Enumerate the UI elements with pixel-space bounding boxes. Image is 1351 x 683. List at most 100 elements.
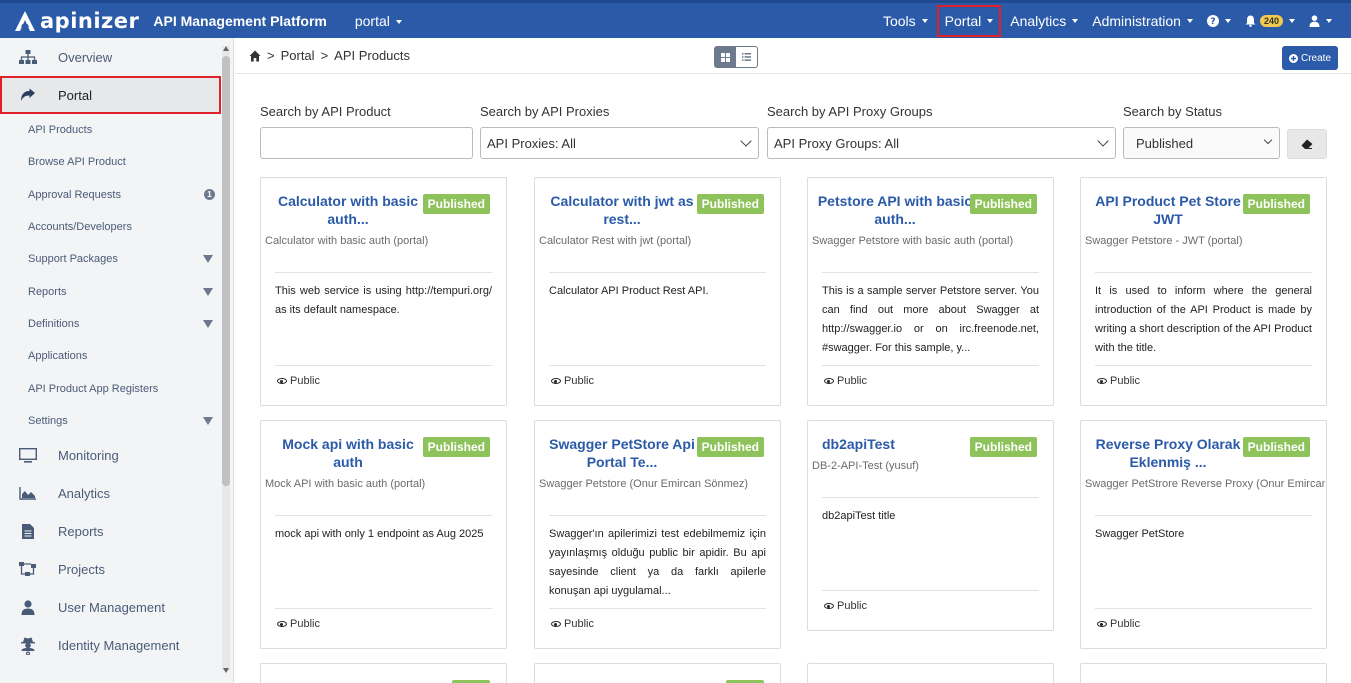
- nav-portal[interactable]: Portal: [936, 4, 1002, 37]
- card-title[interactable]: Petstore API with basic auth...: [816, 192, 974, 228]
- list-view-button[interactable]: [736, 46, 758, 68]
- product-card-partial[interactable]: [260, 663, 507, 683]
- document-icon: [18, 524, 38, 540]
- nav-analytics[interactable]: Analytics: [1003, 3, 1085, 38]
- card-visibility: Public: [277, 618, 320, 630]
- nav-administration-label: Administration: [1092, 12, 1181, 29]
- card-title[interactable]: db2apiTest: [822, 435, 980, 453]
- card-title[interactable]: Calculator with jwt as rest...: [543, 192, 701, 228]
- card-title[interactable]: Reverse Proxy Olarak Eklenmiş ...: [1089, 435, 1247, 471]
- card-subtitle: Swagger Petstore (Onur Emircan Sönmez): [539, 478, 749, 490]
- chevron-down-icon: [1097, 135, 1109, 147]
- status-select[interactable]: Published: [1123, 127, 1280, 159]
- visibility-label: Public: [1110, 375, 1140, 387]
- sidebar-sub-settings[interactable]: Settings: [0, 405, 233, 437]
- card-title[interactable]: Swagger PetStore Api Portal Te...: [543, 435, 701, 471]
- sidebar-item-monitoring[interactable]: Monitoring: [0, 437, 233, 475]
- product-card[interactable]: Mock api with basic auth Published Mock …: [260, 420, 507, 649]
- sidebar-scroll-thumb[interactable]: [222, 56, 230, 486]
- sidebar-sub-definitions[interactable]: Definitions: [0, 308, 233, 340]
- sidebar-sub-support-packages[interactable]: Support Packages: [0, 243, 233, 275]
- product-card[interactable]: Swagger PetStore Api Portal Te... Publis…: [534, 420, 781, 649]
- visibility-label: Public: [290, 375, 320, 387]
- sidebar-item-analytics[interactable]: Analytics: [0, 475, 233, 513]
- scroll-down-icon[interactable]: [223, 668, 229, 673]
- proxy-groups-select[interactable]: API Proxy Groups: All: [767, 127, 1116, 159]
- sidebar-item-projects[interactable]: Projects: [0, 551, 233, 589]
- status-badge: Published: [696, 194, 764, 214]
- product-card[interactable]: db2apiTest Published DB-2-API-Test (yusu…: [807, 420, 1054, 631]
- scroll-up-icon[interactable]: [223, 46, 229, 51]
- grid-view-button[interactable]: [714, 46, 736, 68]
- sidebar-sub-api-product-app-registers[interactable]: API Product App Registers: [0, 372, 233, 404]
- clear-filters-button[interactable]: [1287, 129, 1327, 159]
- triangle-down-icon: [203, 416, 213, 425]
- product-card[interactable]: API Product Pet Store JWT Published Swag…: [1080, 177, 1327, 406]
- card-subtitle: DB-2-API-Test (yusuf): [812, 460, 919, 472]
- sidebar-item-reports[interactable]: Reports: [0, 513, 233, 551]
- product-card[interactable]: Calculator with basic auth... Published …: [260, 177, 507, 406]
- product-search-input[interactable]: [260, 127, 473, 159]
- monitor-icon: [18, 448, 38, 464]
- sidebar-item-label: Portal: [58, 87, 92, 103]
- visibility-label: Public: [564, 375, 594, 387]
- sidebar-sub-label: API Product App Registers: [28, 382, 159, 395]
- caret-down-icon: [1326, 18, 1332, 23]
- sidebar-sub-api-products[interactable]: API Products: [0, 114, 233, 146]
- card-divider: [1095, 272, 1312, 273]
- product-card-partial[interactable]: [534, 663, 781, 683]
- sidebar-item-portal[interactable]: Portal: [0, 76, 221, 114]
- project-select[interactable]: portal: [355, 13, 402, 29]
- status-badge: Published: [1242, 194, 1310, 214]
- sidebar-item-overview[interactable]: Overview: [0, 38, 233, 76]
- brand[interactable]: apinizer: [14, 9, 139, 33]
- plus-circle-icon: [1288, 53, 1298, 63]
- view-toggle: [714, 46, 758, 68]
- help-menu[interactable]: ?: [1200, 3, 1238, 38]
- product-card-partial[interactable]: [807, 663, 1054, 683]
- caret-down-icon: [1186, 18, 1193, 23]
- sidebar-sub-accounts-developers[interactable]: Accounts/Developers: [0, 211, 233, 243]
- card-divider: [275, 608, 492, 609]
- card-title[interactable]: API Product Pet Store JWT: [1089, 192, 1247, 228]
- user-menu[interactable]: [1302, 3, 1339, 38]
- sidebar-item-user-management[interactable]: User Management: [0, 589, 233, 627]
- card-description: It is used to inform where the general i…: [1095, 285, 1312, 354]
- product-card[interactable]: Calculator with jwt as rest... Published…: [534, 177, 781, 406]
- sidebar-sub-browse-api-product[interactable]: Browse API Product: [0, 146, 233, 178]
- triangle-down-icon: [203, 287, 213, 296]
- grid-icon: [720, 52, 730, 62]
- breadcrumb-portal[interactable]: Portal: [281, 48, 315, 63]
- product-card[interactable]: Reverse Proxy Olarak Eklenmiş ... Publis…: [1080, 420, 1327, 649]
- eye-icon: [1097, 378, 1107, 384]
- sidebar-item-label: Reports: [58, 524, 104, 540]
- notifications-menu[interactable]: 240: [1238, 3, 1302, 38]
- card-title[interactable]: Mock api with basic auth: [269, 435, 427, 471]
- card-title[interactable]: Calculator with basic auth...: [269, 192, 427, 228]
- triangle-down-icon: [203, 319, 213, 328]
- product-card[interactable]: Petstore API with basic auth... Publishe…: [807, 177, 1054, 406]
- nav-administration[interactable]: Administration: [1085, 3, 1200, 38]
- nav-tools[interactable]: Tools: [876, 3, 935, 38]
- proxies-select[interactable]: API Proxies: All: [480, 127, 759, 159]
- sidebar-sub-reports[interactable]: Reports: [0, 275, 233, 307]
- card-divider: [275, 515, 492, 516]
- card-divider: [822, 365, 1039, 366]
- product-card-partial[interactable]: [1080, 663, 1327, 683]
- logo-text: apinizer: [40, 8, 140, 33]
- triangle-down-icon: [203, 255, 213, 264]
- eraser-icon: [1301, 139, 1313, 149]
- status-badge: Published: [969, 194, 1037, 214]
- visibility-label: Public: [1110, 618, 1140, 630]
- sidebar-item-identity-management[interactable]: Identity Management: [0, 627, 233, 665]
- create-button[interactable]: Create: [1282, 46, 1338, 70]
- card-divider: [1095, 515, 1312, 516]
- sidebar-sub-applications[interactable]: Applications: [0, 340, 233, 372]
- chevron-down-icon: [740, 135, 752, 147]
- sidebar-sub-approval-requests[interactable]: Approval Requests 1: [0, 179, 233, 211]
- filter-groups-label: Search by API Proxy Groups: [767, 104, 933, 119]
- caret-down-icon: [1224, 18, 1231, 23]
- caret-down-icon: [1072, 18, 1079, 23]
- sidebar-item-label: Overview: [58, 49, 113, 65]
- home-icon[interactable]: [249, 50, 261, 62]
